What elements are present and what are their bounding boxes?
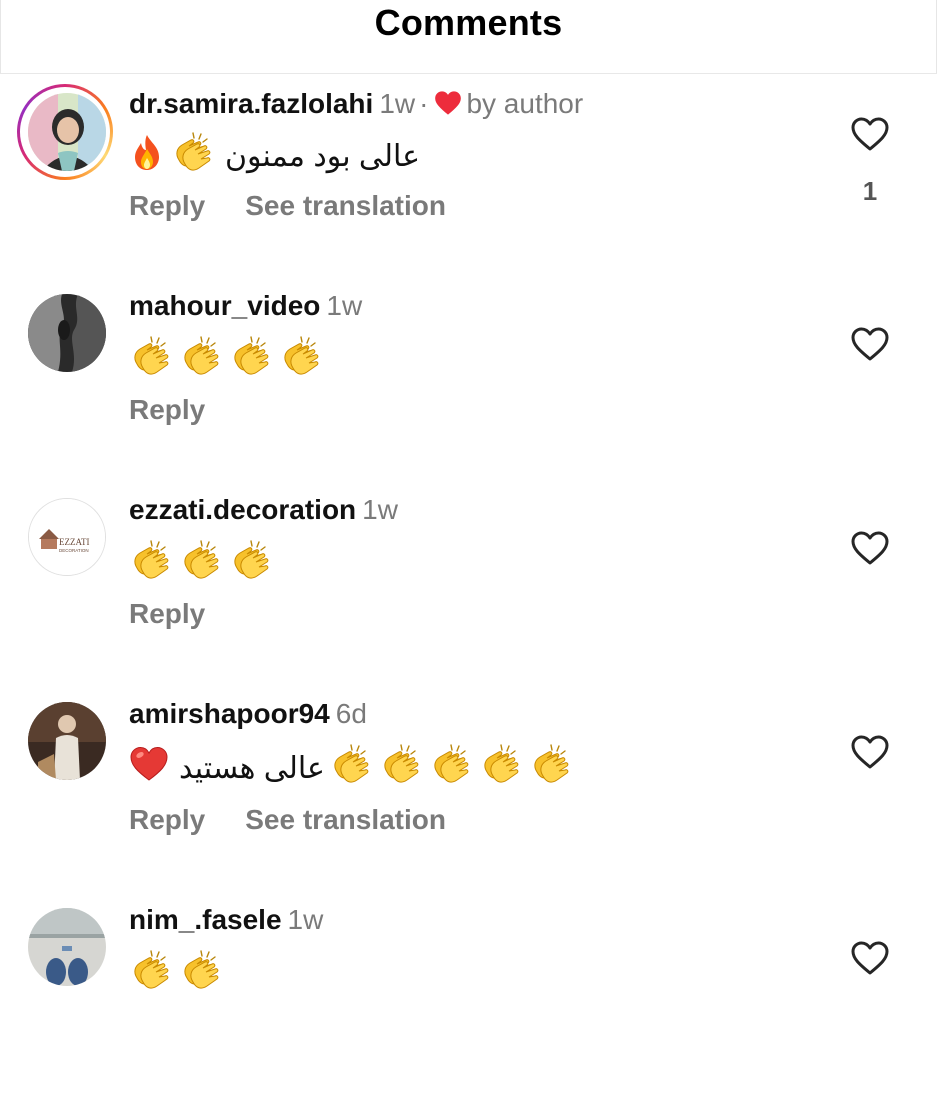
avatar-logo-subtext: DECORATION [59,548,89,553]
heart-outline-icon[interactable] [850,734,890,770]
comments-header: Comments [0,0,937,74]
heart-outline-icon[interactable] [850,940,890,976]
heart-outline-icon[interactable] [850,116,890,152]
separator-dot: · [419,88,429,119]
comment-item: mahour_video 1w Reply [0,290,937,490]
comment-item: amirshapoor94 6d عالی هستید Reply See tran… [0,698,937,898]
see-translation-button[interactable]: See translation [245,190,446,221]
avatar-logo-text: EZZATI [59,537,90,547]
username[interactable]: mahour_video [129,290,320,321]
clapping-hands-emoji [279,334,323,386]
username[interactable]: amirshapoor94 [129,698,330,729]
timestamp: 1w [326,290,363,321]
timestamp: 1w [379,88,416,119]
comment-meta: nim_.fasele 1w [129,904,323,936]
comment-actions: Reply [129,394,245,426]
clapping-hands-emoji [479,742,523,794]
comment-actions: Reply See translation [129,804,446,836]
clapping-hands-emoji [129,948,173,1000]
clapping-hands-emoji [329,742,373,794]
fire-emoji [129,133,165,179]
heart-outline-icon[interactable] [850,530,890,566]
clapping-hands-emoji [129,538,173,590]
comment-text-content: عالی هستید [179,751,325,785]
timestamp: 1w [362,494,398,525]
clapping-hands-emoji [179,334,223,386]
avatar[interactable] [28,93,106,171]
comment-meta: amirshapoor94 6d [129,698,367,730]
clapping-hands-emoji [229,538,273,590]
timestamp: 1w [287,904,324,935]
username[interactable]: nim_.fasele [129,904,282,935]
see-translation-button[interactable]: See translation [245,804,446,835]
like-count: 1 [862,176,878,206]
reply-button[interactable]: Reply [129,804,205,835]
comment-meta: ezzati.decoration 1w [129,494,398,526]
clapping-hands-emoji [529,742,573,794]
heart-filled-icon [434,90,462,123]
comment-item: dr.samira.fazlolahi 1w · by author عالی بود… [0,80,937,280]
comment-text: عالی بود ممنون [129,130,424,182]
page-title: Comments [374,2,563,43]
comment-actions: Reply [129,598,245,630]
by-author-label: by author [466,88,584,119]
timestamp: 6d [335,698,367,729]
clapping-hands-emoji [171,130,215,182]
comment-text [129,948,229,1000]
avatar[interactable] [28,702,106,780]
avatar[interactable] [28,294,106,372]
clapping-hands-emoji [179,538,223,590]
clapping-hands-emoji [379,742,423,794]
comment-text [129,334,329,386]
reply-button[interactable]: Reply [129,394,205,425]
comment-text: عالی هستید [129,742,579,794]
clapping-hands-emoji [129,334,173,386]
clapping-hands-emoji [429,742,473,794]
comment-meta: dr.samira.fazlolahi 1w · by author [129,88,583,123]
heart-outline-icon[interactable] [850,326,890,362]
username[interactable]: dr.samira.fazlolahi [129,88,373,119]
username[interactable]: ezzati.decoration [129,494,356,525]
avatar[interactable] [28,908,106,986]
reply-button[interactable]: Reply [129,190,205,221]
comment-item: EZZATI DECORATION ezzati.decoration 1w Re… [0,494,937,694]
avatar[interactable]: EZZATI DECORATION [28,498,106,576]
red-heart-emoji [129,745,169,791]
clapping-hands-emoji [179,948,223,1000]
clapping-hands-emoji [229,334,273,386]
comment-meta: mahour_video 1w [129,290,362,322]
reply-button[interactable]: Reply [129,598,205,629]
comment-actions: Reply See translation [129,190,446,222]
comment-item: nim_.fasele 1w [0,904,937,1104]
comment-text-content: عالی بود ممنون [225,139,421,173]
comment-text [129,538,279,590]
